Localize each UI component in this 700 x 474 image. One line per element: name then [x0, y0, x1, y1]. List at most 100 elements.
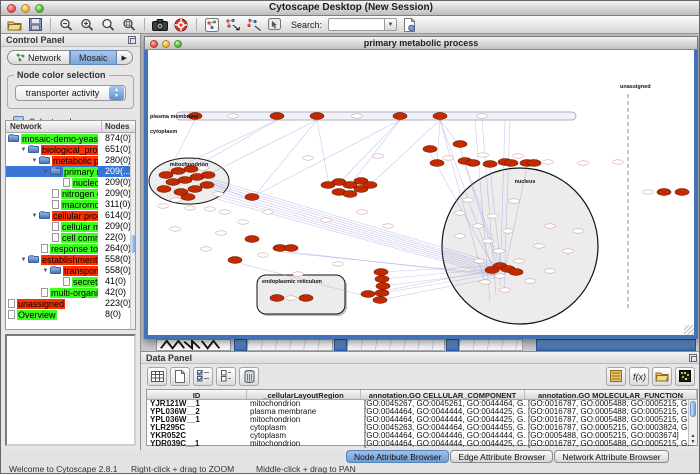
node-color-combo[interactable]: transporter activity ▲▼ — [15, 85, 126, 101]
gene-node[interactable] — [270, 113, 284, 120]
annotation-tool-icon[interactable] — [266, 17, 284, 33]
gene-node[interactable] — [159, 172, 173, 179]
tree-expander-icon[interactable]: ▼ — [19, 257, 28, 263]
gene-node[interactable] — [504, 160, 518, 167]
zoom-selected-icon[interactable] — [99, 17, 117, 33]
tab-edge-attribute-browser[interactable]: Edge Attribute Browser — [450, 450, 553, 463]
tree-col-network[interactable]: Network — [6, 121, 102, 132]
tree-row[interactable]: Overview8(0) — [6, 309, 135, 320]
save-icon[interactable] — [26, 17, 44, 33]
network-overview-icon[interactable] — [203, 17, 221, 33]
gene-node[interactable] — [483, 161, 497, 168]
tab-node-attribute-browser[interactable]: Node Attribute Browser — [346, 450, 449, 463]
import-attributes-icon[interactable] — [652, 367, 672, 386]
gene-node[interactable] — [675, 189, 689, 196]
gene-node[interactable] — [171, 168, 185, 175]
table-scrollbar-thumb[interactable] — [690, 401, 696, 417]
tree-row[interactable]: response to stimul264(0) — [6, 243, 135, 254]
birdseye-view-panel[interactable] — [5, 334, 136, 446]
table-row[interactable]: YPL036W__1mitochondrion[GO:0044464, GO:0… — [147, 416, 697, 424]
tree-row[interactable]: ▼primary metabo209(... — [6, 166, 135, 177]
tab-network-attribute-browser[interactable]: Network Attribute Browser — [554, 450, 668, 463]
tree-col-nodes[interactable]: Nodes — [102, 121, 135, 132]
gene-node[interactable] — [423, 146, 437, 153]
background-window-titlebar[interactable] — [536, 339, 696, 351]
tree-scrollbar[interactable] — [130, 133, 135, 329]
tree-row[interactable]: ▼transport558(0) — [6, 265, 135, 276]
expand-network-icon[interactable] — [245, 17, 263, 33]
gene-node[interactable] — [509, 269, 523, 276]
tree-row[interactable]: ▼cellular process614(0) — [6, 210, 135, 221]
background-window-corner[interactable] — [234, 339, 247, 351]
tree-expander-icon[interactable]: ▼ — [19, 147, 28, 153]
zoom-fit-icon[interactable] — [120, 17, 138, 33]
table-column-header[interactable]: _cellularLayoutRegion — [247, 390, 361, 399]
zoom-out-icon[interactable] — [57, 17, 75, 33]
tree-row[interactable]: multi-organism pro42(0) — [6, 287, 135, 298]
formula-builder-icon[interactable]: f(x) — [629, 367, 649, 386]
network-canvas[interactable]: plasma membranecytoplasmmitochondrionnuc… — [144, 50, 698, 339]
table-scrollbar-arrows[interactable]: ▲▼ — [689, 433, 697, 445]
gene-node[interactable] — [433, 113, 447, 120]
gene-node[interactable] — [284, 245, 298, 252]
tree-row[interactable]: nitrogen compo209(0) — [6, 188, 135, 199]
gene-node[interactable] — [485, 267, 499, 274]
table-row[interactable]: YPL036W__2plasma membrane[GO:0044464, GO… — [147, 408, 697, 416]
tree-expander-icon[interactable]: ▼ — [30, 158, 39, 164]
new-attribute-icon[interactable] — [170, 367, 190, 386]
resize-grip-icon[interactable] — [684, 325, 694, 335]
tab-network[interactable]: Network — [7, 50, 70, 65]
gene-node[interactable] — [343, 191, 357, 198]
search-settings-icon[interactable] — [400, 17, 418, 33]
gene-node[interactable] — [228, 257, 242, 264]
gene-node[interactable] — [466, 160, 480, 167]
unselect-all-attributes-icon[interactable] — [216, 367, 236, 386]
tree-row[interactable]: ▼establishment of lo558(0) — [6, 254, 135, 265]
table-scrollbar[interactable]: ▲▼ — [688, 400, 697, 445]
gene-node[interactable] — [657, 189, 671, 196]
table-row[interactable]: YLR295Ccytoplasm[GO:0045263, GO:0044464,… — [147, 424, 697, 432]
tree-scrollbar-thumb[interactable] — [131, 235, 135, 253]
table-column-header[interactable]: ID — [147, 390, 247, 399]
search-dropdown-arrow[interactable]: ▼ — [384, 18, 397, 31]
network-graph[interactable]: plasma membranecytoplasmmitochondrionnuc… — [148, 50, 694, 335]
gene-node[interactable] — [299, 295, 313, 302]
gene-node[interactable] — [375, 290, 389, 297]
background-network-thumbnail[interactable] — [156, 339, 231, 351]
gene-node[interactable] — [393, 113, 407, 120]
open-icon[interactable] — [5, 17, 23, 33]
gene-node[interactable] — [376, 283, 390, 290]
tree-expander-icon[interactable]: ▼ — [30, 213, 39, 219]
gene-node[interactable] — [181, 194, 195, 201]
search-input[interactable] — [328, 18, 384, 31]
network-window-titlebar[interactable]: primary metabolic process — [144, 36, 698, 50]
table-column-header[interactable]: annotation.GO CELLULAR_COMPONENT — [361, 390, 525, 399]
attribute-matrix-icon[interactable] — [675, 367, 695, 386]
select-first-neighbors-icon[interactable] — [224, 17, 242, 33]
tree-row[interactable]: cell communicat22(0) — [6, 232, 135, 243]
background-window-preview[interactable] — [347, 339, 445, 351]
gene-node[interactable] — [430, 160, 444, 167]
gene-node[interactable] — [527, 160, 541, 167]
gene-node[interactable] — [245, 236, 259, 243]
attribute-list-icon[interactable] — [606, 367, 626, 386]
select-all-attributes-icon[interactable] — [193, 367, 213, 386]
tree-row[interactable]: mosaic-demo-yeast874(0) — [6, 133, 135, 144]
background-window-corner[interactable] — [334, 339, 347, 351]
float-panel-icon[interactable] — [689, 354, 697, 362]
float-panel-icon[interactable] — [128, 36, 136, 44]
gene-node[interactable] — [270, 295, 284, 302]
gene-node[interactable] — [361, 291, 375, 298]
gene-node[interactable] — [188, 186, 202, 193]
select-attributes-icon[interactable] — [147, 367, 167, 386]
tree-row[interactable]: ▼metabolic process280(0) — [6, 155, 135, 166]
background-window-preview[interactable] — [459, 339, 523, 351]
tree-row[interactable]: secretion41(0) — [6, 276, 135, 287]
help-icon[interactable] — [172, 17, 190, 33]
tree-row[interactable]: cellular metabol209(0) — [6, 221, 135, 232]
tree-expander-icon[interactable]: ▼ — [41, 169, 50, 175]
zoom-in-icon[interactable] — [78, 17, 96, 33]
snapshot-icon[interactable] — [151, 17, 169, 33]
table-row[interactable]: YKR052Ccytoplasm[GO:0044464, GO:0044446,… — [147, 432, 697, 440]
gene-node[interactable] — [375, 276, 389, 283]
